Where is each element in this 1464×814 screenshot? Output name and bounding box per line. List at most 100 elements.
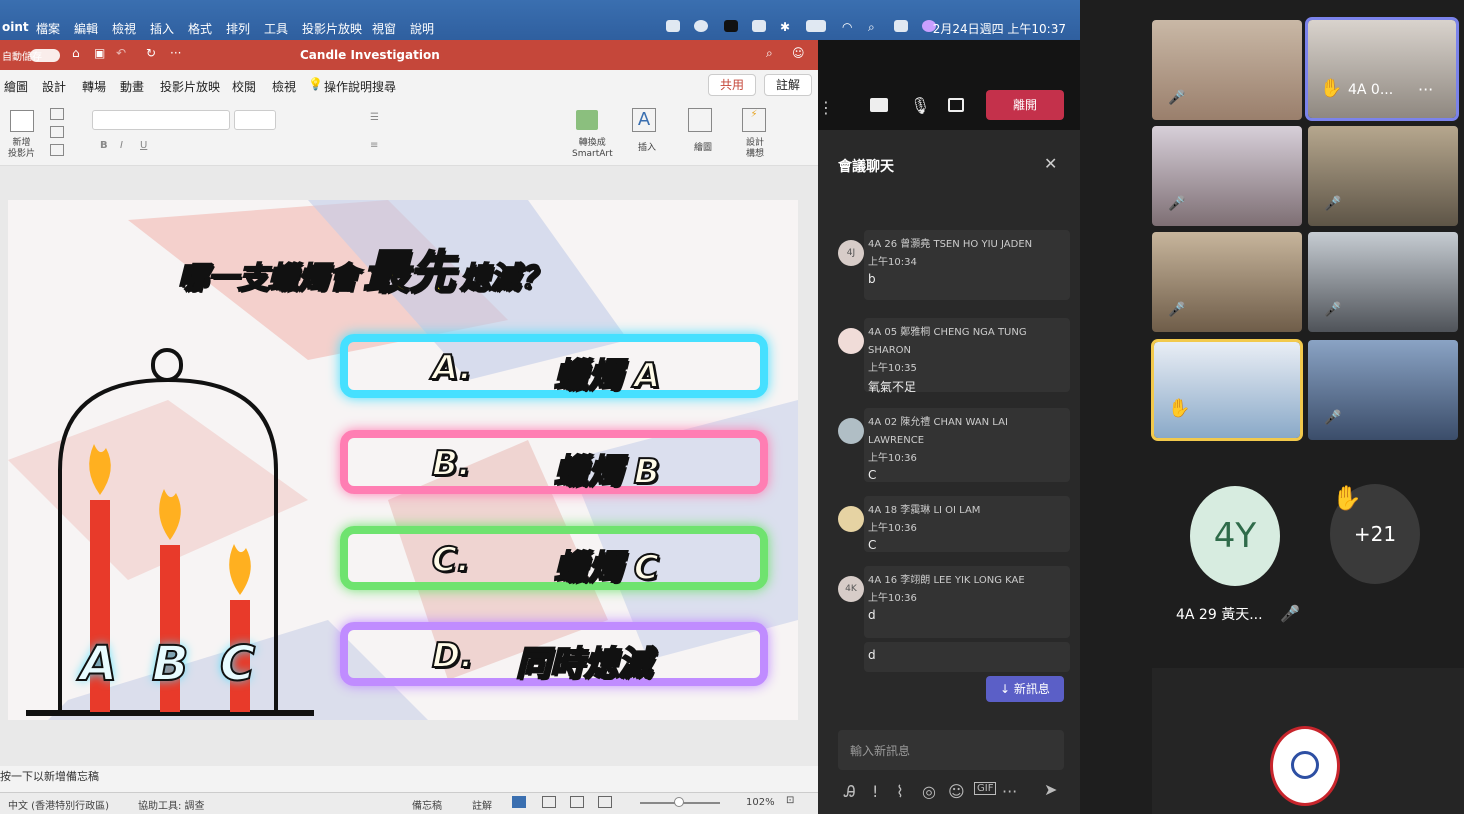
participant-video[interactable]: 🎤 — [1152, 20, 1302, 120]
comments-button[interactable]: 註解 — [764, 74, 812, 96]
participant-video[interactable]: 🎤 — [1308, 340, 1458, 440]
menu-item-format[interactable]: 格式 — [188, 20, 212, 37]
notes-placeholder[interactable]: 按一下以新增備忘稿 — [0, 768, 99, 784]
microphone-icon[interactable]: 🎙 — [910, 96, 930, 115]
menu-item-insert[interactable]: 插入 — [150, 20, 174, 37]
self-view[interactable] — [1152, 668, 1464, 814]
slideshow-view-icon[interactable] — [598, 796, 612, 808]
smartart-label[interactable]: 轉換成 SmartArt — [572, 138, 613, 160]
home-icon[interactable]: ⌂ — [72, 46, 80, 60]
designer-icon[interactable]: ⚡ — [742, 108, 766, 132]
tab-draw[interactable]: 繪圖 — [4, 78, 28, 95]
share-person-icon[interactable]: ☺ — [792, 46, 805, 60]
tab-view[interactable]: 檢視 — [272, 78, 296, 95]
avatar[interactable] — [838, 418, 864, 444]
more-icon[interactable]: ··· — [1002, 782, 1017, 801]
share-screen-icon[interactable] — [948, 98, 964, 112]
menu-app-name[interactable]: oint — [2, 20, 29, 34]
smartart-icon[interactable] — [576, 110, 598, 130]
reset-icon[interactable] — [50, 126, 64, 138]
participant-video[interactable]: 🎤 — [1152, 126, 1302, 226]
menu-item-edit[interactable]: 編輯 — [74, 20, 98, 37]
font-size-select[interactable] — [234, 110, 276, 130]
insert-textbox-icon[interactable]: A — [632, 108, 656, 132]
message-input[interactable]: 輸入新訊息 — [838, 730, 1064, 770]
draw-label[interactable]: 繪圖 — [694, 140, 712, 153]
new-slide-icon[interactable] — [10, 110, 34, 132]
italic-icon[interactable]: I — [120, 140, 123, 151]
menu-item-file[interactable]: 檔案 — [36, 20, 60, 37]
gif-icon[interactable]: GIF — [974, 782, 997, 795]
leave-button[interactable]: 離開 — [986, 90, 1064, 120]
menu-item-tools[interactable]: 工具 — [264, 20, 288, 37]
undo-icon[interactable]: ↶ — [116, 46, 126, 60]
avatar[interactable]: 4J — [838, 240, 864, 266]
avatar[interactable] — [838, 328, 864, 354]
participant-avatar[interactable]: 4Y — [1190, 486, 1280, 586]
control-center-icon[interactable] — [894, 20, 908, 32]
participant-video[interactable]: 🎤 — [1308, 232, 1458, 332]
normal-view-icon[interactable] — [512, 796, 526, 808]
folder-status-icon[interactable] — [724, 20, 738, 32]
menu-item-slideshow[interactable]: 投影片放映 — [302, 20, 362, 37]
autosave-toggle[interactable] — [30, 49, 60, 62]
avatar[interactable] — [838, 506, 864, 532]
bullets-icon[interactable]: ☰ — [370, 112, 379, 123]
more-options-icon[interactable]: ··· — [1418, 80, 1433, 99]
accessibility-status[interactable]: 協助工具: 調查 — [138, 797, 205, 812]
tab-design[interactable]: 設計 — [42, 78, 66, 95]
share-button[interactable]: 共用 — [708, 74, 756, 96]
new-messages-button[interactable]: ↓ 新訊息 — [986, 676, 1064, 702]
participant-video-raised-hand[interactable]: ✋ — [1151, 339, 1303, 441]
avatar[interactable]: 4K — [838, 576, 864, 602]
menu-item-arrange[interactable]: 排列 — [226, 20, 250, 37]
close-icon[interactable]: ✕ — [1044, 154, 1057, 173]
sorter-view-icon[interactable] — [542, 796, 556, 808]
tab-animations[interactable]: 動畫 — [120, 78, 144, 95]
zoom-level[interactable]: 102% — [746, 797, 775, 808]
format-icon[interactable]: Ꭿ — [844, 782, 856, 802]
notes-pane[interactable]: 按一下以新增備忘稿 — [0, 764, 818, 790]
camera-icon[interactable] — [870, 98, 888, 112]
zoom-slider-thumb[interactable] — [674, 797, 684, 807]
insert-label[interactable]: 插入 — [638, 140, 656, 153]
tab-review[interactable]: 校閱 — [232, 78, 256, 95]
participant-video[interactable]: 🎤 — [1152, 232, 1302, 332]
tab-slideshow[interactable]: 投影片放映 — [160, 78, 220, 95]
attach-icon[interactable]: ⌇ — [896, 782, 904, 801]
camera-status-icon[interactable] — [666, 20, 680, 32]
send-icon[interactable]: ➤ — [1044, 780, 1057, 799]
bluetooth-icon[interactable]: ✱ — [780, 20, 790, 34]
section-icon[interactable] — [50, 144, 64, 156]
designer-label[interactable]: 設計 構想 — [746, 138, 764, 160]
emoji-icon[interactable]: ☺ — [948, 782, 965, 801]
participant-video-pinned[interactable]: ✋ 4A 0... ··· — [1305, 17, 1459, 121]
save-icon[interactable]: ▣ — [94, 46, 105, 60]
battery-icon[interactable] — [806, 20, 826, 32]
fit-slide-icon[interactable]: ⊡ — [786, 795, 794, 806]
reading-view-icon[interactable] — [570, 796, 584, 808]
new-slide-label[interactable]: 新增 投影片 — [8, 138, 35, 160]
more-actions-icon[interactable]: ⋮ — [818, 98, 834, 117]
layout-icon[interactable] — [50, 108, 64, 120]
menu-item-view[interactable]: 檢視 — [112, 20, 136, 37]
search-icon[interactable]: ⌕ — [868, 20, 875, 35]
document-status-icon[interactable] — [752, 20, 766, 32]
font-family-select[interactable] — [92, 110, 230, 130]
menu-item-window[interactable]: 視窗 — [372, 20, 396, 37]
notes-toggle[interactable]: 備忘稿 — [412, 797, 442, 812]
wifi-icon[interactable]: ◠ — [842, 20, 852, 34]
menu-clock[interactable]: 2月24日週四 上午10:37 — [933, 20, 1066, 37]
menu-item-help[interactable]: 說明 — [410, 20, 434, 37]
slide-canvas[interactable]: 哪一支蠟燭會 最先 熄滅？ A. 蠟燭 A B. 蠟燭 B C. 蠟燭 C D.… — [8, 200, 798, 720]
tab-transitions[interactable]: 轉場 — [82, 78, 106, 95]
loop-icon[interactable]: ◎ — [922, 782, 936, 801]
align-left-icon[interactable]: ≡ — [370, 140, 378, 151]
important-icon[interactable]: ! — [872, 782, 878, 801]
bold-icon[interactable]: B — [100, 140, 108, 151]
search-icon[interactable]: ⌕ — [766, 46, 773, 61]
underline-icon[interactable]: U — [140, 140, 147, 151]
more-icon[interactable]: ··· — [170, 46, 181, 60]
redo-icon[interactable]: ↻ — [146, 46, 156, 60]
tell-me-search[interactable]: 操作說明搜尋 — [324, 78, 396, 95]
